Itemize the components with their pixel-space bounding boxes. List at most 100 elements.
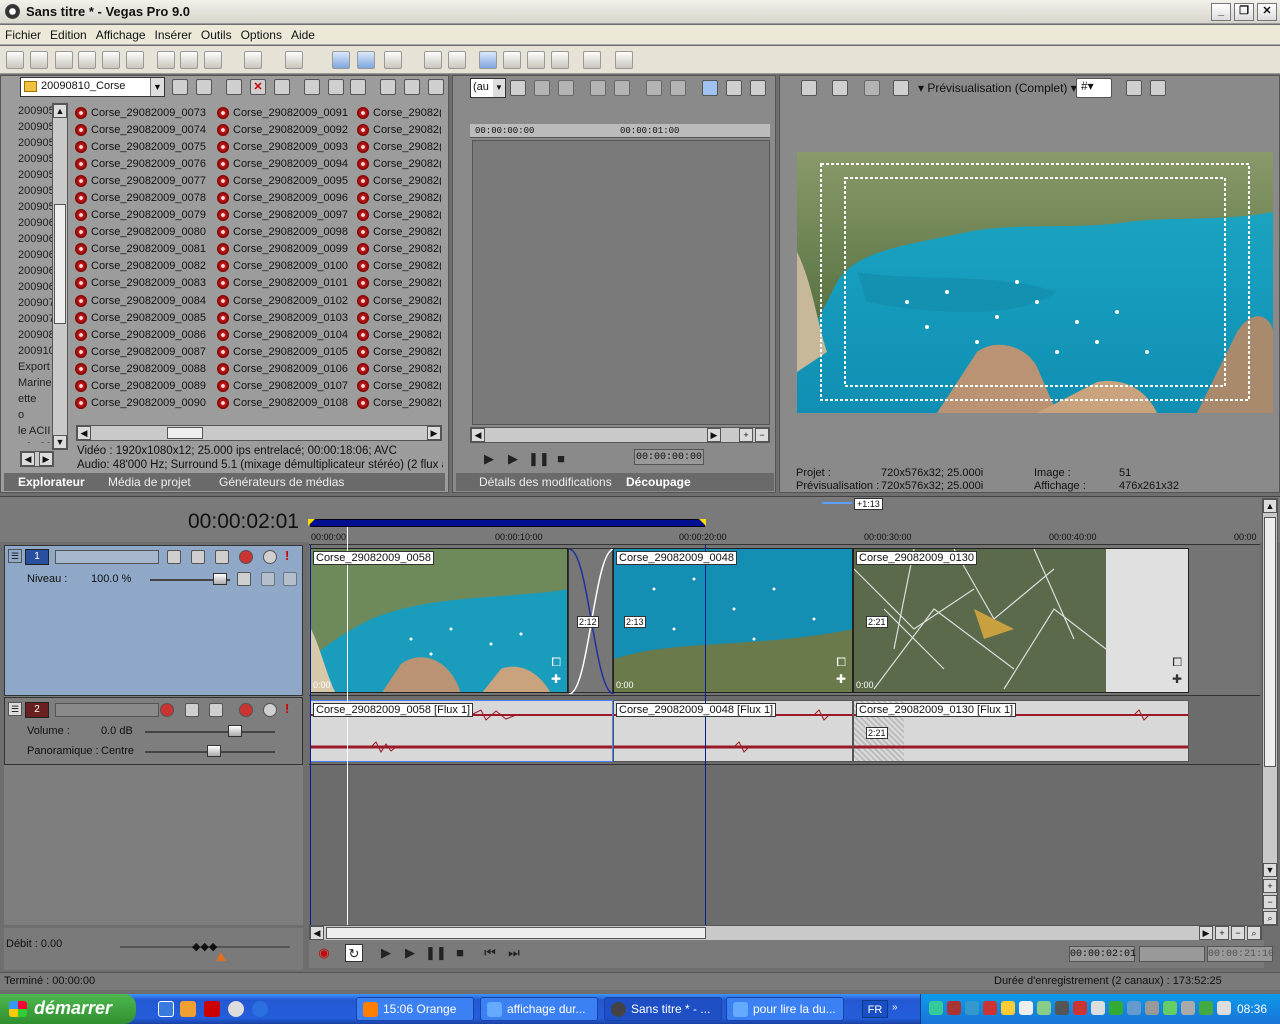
media-file-item[interactable]: Corse_29082(: [357, 326, 441, 343]
media-file-item[interactable]: Corse_29082(: [357, 395, 441, 412]
gear-icon[interactable]: [239, 550, 253, 564]
vegas-app-icon[interactable]: [5, 4, 20, 19]
play-from-start-icon[interactable]: ▶: [377, 944, 395, 962]
zoom-in-icon[interactable]: +: [739, 428, 753, 442]
timeline-vscroll[interactable]: ▲ ▼ + − ⌕: [1262, 498, 1278, 926]
clip-fx-icon[interactable]: ✚: [551, 672, 561, 686]
tray-icon[interactable]: [965, 1001, 979, 1015]
media-file-item[interactable]: Corse_29082009_0082: [75, 258, 215, 275]
scroll-thumb[interactable]: [326, 927, 706, 939]
cursor-position-field[interactable]: 00:00:02:01: [1069, 946, 1136, 962]
menu-options[interactable]: Options: [236, 25, 286, 42]
vob-icon[interactable]: [204, 1001, 220, 1017]
media-file-item[interactable]: Corse_29082(: [357, 292, 441, 309]
tray-icon[interactable]: [1181, 1001, 1195, 1015]
pan-slider-knob[interactable]: [207, 745, 221, 757]
media-file-item[interactable]: Corse_29082009_0091: [217, 104, 357, 121]
tray-icon[interactable]: [1145, 1001, 1159, 1015]
track-collapse-icon[interactable]: ☰: [8, 549, 22, 563]
split-view-icon[interactable]: [750, 80, 766, 96]
track-collapse-icon[interactable]: ☰: [8, 702, 22, 716]
clip-fx-icon[interactable]: ✚: [1172, 672, 1182, 686]
media-file-item[interactable]: Corse_29082009_0106: [217, 360, 357, 377]
add-to-project-icon[interactable]: [274, 79, 290, 95]
loop-region-bar[interactable]: [310, 519, 705, 527]
tray-icon[interactable]: [1199, 1001, 1213, 1015]
play-preview-icon[interactable]: [304, 79, 320, 95]
audio-clip-0130[interactable]: Corse_29082009_0130 [Flux 1] 2:21: [853, 700, 1189, 762]
copy-snapshot-icon[interactable]: [1126, 80, 1142, 96]
media-file-item[interactable]: Corse_29082009_0092: [217, 121, 357, 138]
timeline-ruler[interactable]: 00:00:00 00:00:10:00 00:00:20:00 00:00:3…: [309, 527, 1260, 545]
media-file-item[interactable]: Corse_29082009_0089: [75, 378, 215, 395]
media-file-item[interactable]: Corse_29082009_0103: [217, 309, 357, 326]
mute-icon[interactable]: [263, 550, 277, 564]
zoom-out-icon[interactable]: −: [1263, 895, 1277, 909]
favorites-icon[interactable]: [404, 79, 420, 95]
ie-icon[interactable]: [252, 1001, 268, 1017]
track-header-video[interactable]: ☰ 1 ! Niveau : 100.0 %: [4, 545, 303, 696]
media-file-item[interactable]: Corse_29082(: [357, 275, 441, 292]
media-file-item[interactable]: Corse_29082009_0108: [217, 395, 357, 412]
save-snapshot-icon[interactable]: [1150, 80, 1166, 96]
marker-label[interactable]: +1:13: [854, 498, 883, 510]
auto-ripple-icon[interactable]: [357, 51, 375, 69]
audio-clip-0048[interactable]: Corse_29082009_0048 [Flux 1]: [613, 700, 853, 762]
video-clip-0048[interactable]: Corse_29082009_0048 0:00 2:13 ⧠ ✚: [613, 548, 853, 693]
parent-icon[interactable]: [261, 572, 275, 586]
media-file-item[interactable]: Corse_29082(: [357, 360, 441, 377]
firefox-icon[interactable]: [180, 1001, 196, 1017]
media-file-item[interactable]: Corse_29082009_0095: [217, 172, 357, 189]
tab-details-des-modifications[interactable]: Détails des modifications: [479, 473, 612, 491]
media-file-item[interactable]: Corse_29082009_0076: [75, 155, 215, 172]
media-file-item[interactable]: Corse_29082009_0080: [75, 224, 215, 241]
media-file-item[interactable]: Corse_29082009_0104: [217, 326, 357, 343]
whats-this-help-icon[interactable]: [615, 51, 633, 69]
lock-envelopes-icon[interactable]: [384, 51, 402, 69]
task-orange[interactable]: 15:06 Orange: [356, 997, 474, 1021]
menu-outils[interactable]: Outils: [196, 25, 236, 42]
tray-icon[interactable]: [1127, 1001, 1141, 1015]
scale-icon[interactable]: [237, 572, 251, 586]
scroll-right-icon[interactable]: ▶: [427, 426, 441, 440]
tray-icon[interactable]: [947, 1001, 961, 1015]
explorer-path-dropdown[interactable]: 20090810_Corse ▼: [20, 77, 165, 97]
media-file-item[interactable]: Corse_29082009_0074: [75, 121, 215, 138]
zoom-in-icon[interactable]: +: [1215, 926, 1229, 940]
tray-icon[interactable]: [1073, 1001, 1087, 1015]
track-header-audio[interactable]: ☰ 2 ! Volume : 0.0 dB Panoramique : Cent…: [4, 697, 303, 765]
media-file-item[interactable]: Corse_29082(: [357, 189, 441, 206]
media-file-item[interactable]: Corse_29082009_0083: [75, 275, 215, 292]
pan-crop-icon[interactable]: ⧠: [551, 655, 561, 670]
language-indicator[interactable]: FR: [862, 1000, 888, 1018]
media-file-item[interactable]: Corse_29082(: [357, 121, 441, 138]
menu-affichage[interactable]: Affichage: [91, 25, 150, 42]
video-clip-0130[interactable]: Corse_29082009_0130 0:00 2:21 ⧠ ✚: [853, 548, 1189, 693]
tray-icon[interactable]: [983, 1001, 997, 1015]
invert-phase-icon[interactable]: [185, 703, 199, 717]
insert-icon[interactable]: [646, 80, 662, 96]
tab-explorateur[interactable]: Explorateur: [18, 473, 85, 491]
ignore-grouping-icon[interactable]: [448, 51, 466, 69]
minimize-button[interactable]: _: [1211, 3, 1231, 21]
scroll-up-icon[interactable]: ▲: [1263, 499, 1277, 513]
loop-end-handle[interactable]: [699, 519, 706, 526]
fx-bypass-icon[interactable]: [864, 80, 880, 96]
tray-icon[interactable]: [1037, 1001, 1051, 1015]
gear-icon[interactable]: [239, 703, 253, 717]
track-fx-icon[interactable]: [209, 703, 223, 717]
clip-fx-icon[interactable]: ✚: [836, 672, 846, 686]
media-file-item[interactable]: Corse_29082009_0079: [75, 207, 215, 224]
mute-icon[interactable]: [263, 703, 277, 717]
chevron-down-icon[interactable]: ▼: [150, 78, 164, 96]
trimmer-hscroll[interactable]: ◀ ▶ + −: [470, 427, 770, 443]
overwrite-icon[interactable]: [670, 80, 686, 96]
tree-hscroll[interactable]: ◀ ▶: [20, 451, 54, 467]
media-file-item[interactable]: Corse_29082009_0098: [217, 224, 357, 241]
stop-preview-icon[interactable]: [328, 79, 344, 95]
save-as-icon[interactable]: [78, 51, 96, 69]
paste-icon[interactable]: [204, 51, 222, 69]
scroll-left-icon[interactable]: ◀: [21, 452, 35, 466]
media-file-item[interactable]: Corse_29082009_0107: [217, 378, 357, 395]
tray-icon[interactable]: [1019, 1001, 1033, 1015]
